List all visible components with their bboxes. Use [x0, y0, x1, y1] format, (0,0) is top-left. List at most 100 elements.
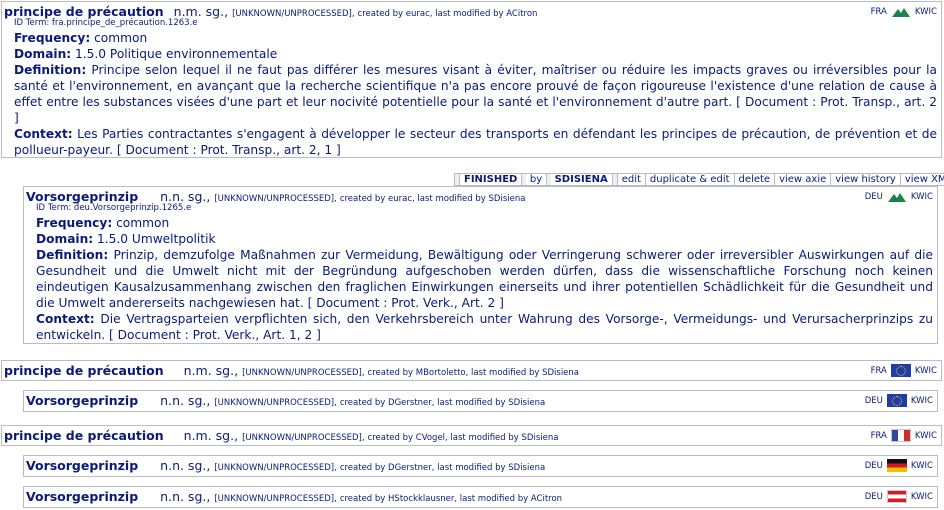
- definition-label: Definition:: [14, 63, 87, 77]
- context-text: Les Parties contractantes s'engagent à d…: [14, 127, 938, 157]
- term-entry-fra-3: principe de précaution n.m. sg., [UNKNOWN…: [1, 425, 942, 446]
- status-label: [UNKNOWN/UNPROCESSED],: [232, 9, 355, 19]
- entry-lang-tools: DEU KWIC: [865, 190, 933, 203]
- kwic-link[interactable]: KWIC: [911, 396, 933, 406]
- frequency-value: common: [94, 31, 148, 45]
- language-code: FRA: [870, 365, 887, 376]
- grammar-info: n.m. sg.,: [183, 428, 239, 443]
- term-entry-deu-1: Vorsorgeprinzip n.n. sg., [UNKNOWN/UNPROC…: [23, 186, 938, 344]
- entry-meta: created by DGerstner, last modified by S…: [339, 398, 546, 408]
- term-title[interactable]: Vorsorgeprinzip: [26, 189, 138, 204]
- domain-row: Domain: 1.5.0 Politique environnementale: [14, 46, 937, 62]
- entry-header: principe de précaution n.m. sg., [UNKNOWN…: [4, 4, 537, 19]
- term-entry-fra-1: principe de précaution n.m. sg., [UNKNOWN…: [1, 1, 942, 158]
- term-title[interactable]: principe de précaution: [4, 363, 164, 378]
- entry-lang-tools: FRA KWIC: [871, 429, 937, 442]
- entry-lang-tools: DEU KWIC: [865, 394, 933, 407]
- domain-label: Domain:: [36, 232, 94, 246]
- entry-header: Vorsorgeprinzip n.n. sg., [UNKNOWN/UNPROC…: [26, 189, 525, 204]
- kwic-link[interactable]: KWIC: [915, 431, 937, 441]
- frequency-label: Frequency:: [14, 31, 91, 45]
- context-text: Die Vertragsparteien verpflichten sich, …: [36, 312, 934, 342]
- kwic-link[interactable]: KWIC: [911, 192, 933, 202]
- entry-header: Vorsorgeprinzip n.n. sg., [UNKNOWN/UNPROC…: [26, 489, 562, 504]
- grammar-info: n.m. sg.,: [183, 363, 239, 378]
- term-title[interactable]: principe de précaution: [4, 4, 164, 19]
- domain-label: Domain:: [14, 47, 72, 61]
- entry-header: principe de précaution n.m. sg., [UNKNOWN…: [4, 428, 558, 443]
- context-row: Context: Die Vertragsparteien verpflicht…: [36, 311, 933, 343]
- id-term: ID Term: deu.Vorsorgeprinzip.1265.e: [36, 203, 192, 213]
- entry-lang-tools: DEU KWIC: [865, 459, 933, 472]
- language-code: DEU: [864, 395, 883, 406]
- term-entry-deu-3: Vorsorgeprinzip n.n. sg., [UNKNOWN/UNPROC…: [23, 455, 938, 477]
- term-entry-deu-2: Vorsorgeprinzip n.n. sg., [UNKNOWN/UNPROC…: [23, 390, 938, 412]
- entry-header: Vorsorgeprinzip n.n. sg., [UNKNOWN/UNPROC…: [26, 393, 545, 408]
- kwic-link[interactable]: KWIC: [915, 7, 937, 17]
- definition-label: Definition:: [36, 248, 109, 262]
- edit-button[interactable]: edit: [617, 173, 646, 186]
- entry-meta: created by eurac, last modified by ACitr…: [357, 9, 538, 19]
- grammar-info: n.n. sg.,: [160, 393, 211, 408]
- context-label: Context:: [36, 312, 95, 326]
- status-label: [UNKNOWN/UNPROCESSED],: [214, 398, 337, 408]
- duplicate-edit-button[interactable]: duplicate & edit: [645, 173, 735, 186]
- entry-toolbar: FINISHED by SDISIENA edit duplicate & ed…: [454, 173, 944, 186]
- grammar-info: n.n. sg.,: [160, 489, 211, 504]
- status-label: [UNKNOWN/UNPROCESSED],: [242, 433, 365, 443]
- status-label: [UNKNOWN/UNPROCESSED],: [214, 463, 337, 473]
- language-code: DEU: [864, 191, 883, 202]
- austria-flag-icon: [886, 490, 907, 503]
- kwic-link[interactable]: KWIC: [911, 461, 933, 471]
- france-flag-icon: [890, 429, 911, 442]
- definition-text: Prinzip, demzufolge Maßnahmen zur Vermei…: [36, 248, 934, 310]
- eu-flag-icon: [886, 394, 907, 407]
- view-axie-button[interactable]: view axie: [775, 173, 832, 186]
- entry-meta: created by MBortoletto, last modified by…: [367, 368, 580, 378]
- entry-header: Vorsorgeprinzip n.n. sg., [UNKNOWN/UNPROC…: [26, 458, 545, 473]
- delete-button[interactable]: delete: [734, 173, 776, 186]
- grammar-info: n.n. sg.,: [160, 458, 211, 473]
- language-code: DEU: [864, 491, 883, 502]
- language-code: FRA: [870, 430, 887, 441]
- context-label: Context:: [14, 127, 73, 141]
- term-entry-fra-2: principe de précaution n.m. sg., [UNKNOWN…: [1, 360, 942, 381]
- domain-value: 1.5.0 Umweltpolitik: [97, 232, 216, 246]
- status-badge: FINISHED by SDISIENA: [454, 173, 618, 186]
- entry-meta: created by CVogel, last modified by SDis…: [367, 433, 559, 443]
- eu-flag-icon: [890, 364, 911, 377]
- entry-header: principe de précaution n.m. sg., [UNKNOWN…: [4, 363, 579, 378]
- status-label: [UNKNOWN/UNPROCESSED],: [242, 368, 365, 378]
- definition-row: Definition: Prinzip, demzufolge Maßnahme…: [36, 247, 933, 311]
- alpine-convention-flag-icon: [890, 5, 911, 18]
- status-label: [UNKNOWN/UNPROCESSED],: [214, 194, 337, 204]
- definition-text: Principe selon lequel il ne faut pas dif…: [14, 63, 937, 125]
- language-code: FRA: [870, 6, 887, 17]
- frequency-value: common: [116, 216, 170, 230]
- domain-row: Domain: 1.5.0 Umweltpolitik: [36, 231, 933, 247]
- definition-row: Definition: Principe selon lequel il ne …: [14, 62, 937, 126]
- term-title[interactable]: principe de précaution: [4, 428, 164, 443]
- entry-meta: created by HStockklausner, last modified…: [339, 494, 563, 504]
- germany-flag-icon: [886, 459, 907, 472]
- entry-meta: created by eurac, last modified by SDisi…: [339, 194, 526, 204]
- view-history-button[interactable]: view history: [831, 173, 901, 186]
- grammar-info: n.n. sg.,: [160, 189, 211, 204]
- language-code: DEU: [864, 460, 883, 471]
- kwic-link[interactable]: KWIC: [911, 492, 933, 502]
- frequency-label: Frequency:: [36, 216, 113, 230]
- entry-lang-tools: FRA KWIC: [871, 364, 937, 377]
- term-title[interactable]: Vorsorgeprinzip: [26, 393, 138, 408]
- id-term: ID Term: fra.principe_de_précaution.1263…: [14, 18, 198, 28]
- kwic-link[interactable]: KWIC: [915, 366, 937, 376]
- term-title[interactable]: Vorsorgeprinzip: [26, 489, 138, 504]
- context-row: Context: Les Parties contractantes s'eng…: [14, 126, 937, 158]
- term-title[interactable]: Vorsorgeprinzip: [26, 458, 138, 473]
- alpine-convention-flag-icon: [886, 190, 907, 203]
- entry-lang-tools: FRA KWIC: [871, 5, 937, 18]
- status-label: [UNKNOWN/UNPROCESSED],: [214, 494, 337, 504]
- entry-body: Frequency: common Domain: 1.5.0 Politiqu…: [14, 30, 937, 158]
- entry-meta: created by DGerstner, last modified by S…: [339, 463, 546, 473]
- domain-value: 1.5.0 Politique environnementale: [75, 47, 278, 61]
- view-xml-button[interactable]: view XML: [900, 173, 944, 186]
